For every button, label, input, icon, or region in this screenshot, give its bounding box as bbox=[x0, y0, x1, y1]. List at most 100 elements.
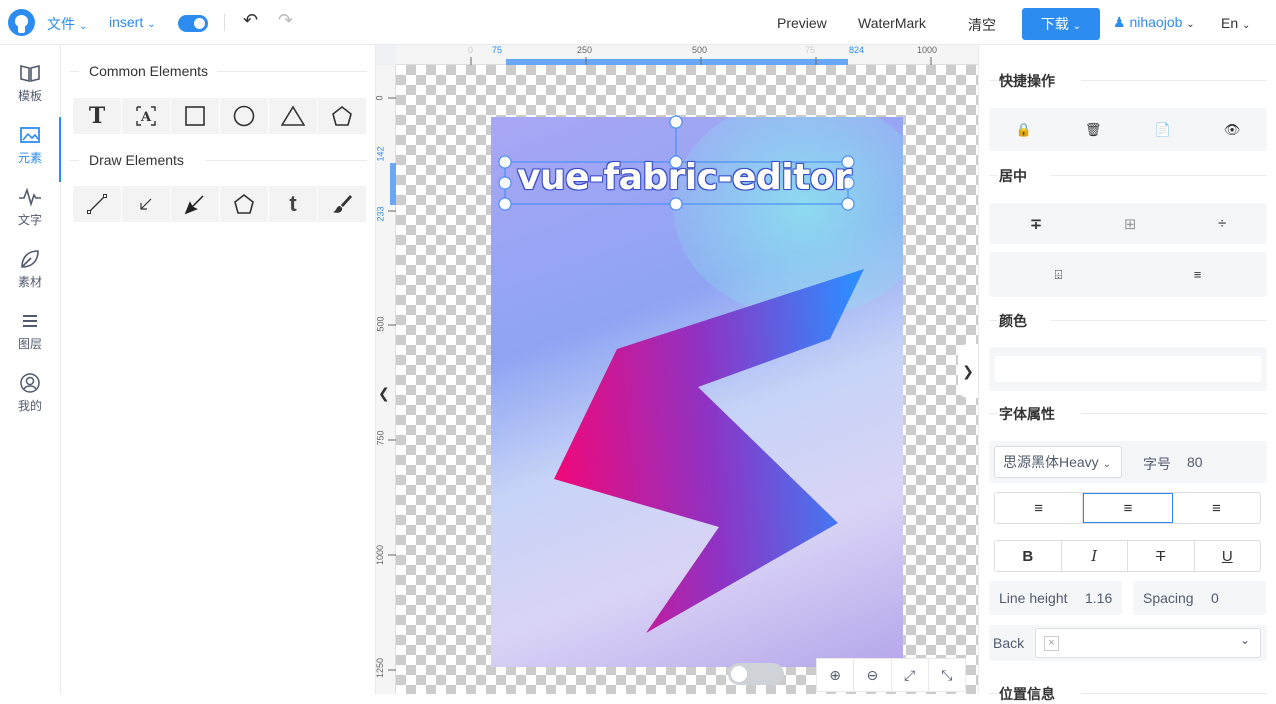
triangle-tool[interactable] bbox=[269, 98, 317, 134]
font-family-select[interactable]: 思源黑体Heavy ⌄ bbox=[994, 446, 1122, 478]
line-height-label: Line height bbox=[999, 590, 1068, 606]
nav-item-label: 文字 bbox=[17, 213, 42, 227]
brush-icon bbox=[333, 195, 352, 213]
center-vertical-icon[interactable]: ∓ bbox=[1030, 215, 1043, 233]
spacing-value: 0 bbox=[1211, 590, 1219, 606]
bold-icon[interactable]: B bbox=[995, 541, 1062, 571]
rectangle-icon bbox=[185, 106, 205, 126]
line-tool[interactable] bbox=[73, 186, 121, 222]
chevron-down-icon: ⌄ bbox=[1102, 459, 1111, 470]
delete-icon[interactable]: 🗑 bbox=[1085, 122, 1102, 138]
nav-item-label: 我的 bbox=[17, 399, 42, 413]
center-group: ∓ ⊞ ÷ bbox=[989, 203, 1267, 244]
align-center-text-icon[interactable]: ≡ bbox=[1083, 493, 1173, 523]
nav-item-label: 图层 bbox=[17, 337, 42, 351]
center-both-icon[interactable]: ⊞ bbox=[1124, 215, 1137, 233]
align-middle-icon[interactable]: ⌹ bbox=[1055, 267, 1063, 283]
nav-item-template[interactable]: 模板 bbox=[0, 55, 60, 110]
align-center-icon[interactable]: ≡ bbox=[1194, 267, 1202, 282]
polygon-draw-icon bbox=[234, 193, 254, 214]
drag-mode-toggle[interactable] bbox=[728, 663, 784, 685]
nav-item-elements[interactable]: 元素 bbox=[0, 117, 61, 182]
copy-icon[interactable]: 📄 bbox=[1155, 122, 1171, 138]
nav-item-layers[interactable]: 图层 bbox=[0, 303, 60, 358]
color-swatch[interactable] bbox=[995, 356, 1261, 382]
language-menu[interactable]: En ⌄ bbox=[1221, 15, 1250, 31]
language-label: En bbox=[1221, 15, 1239, 31]
underline-icon[interactable]: U bbox=[1195, 541, 1261, 571]
collapse-left-icon[interactable]: ❮ bbox=[378, 385, 390, 402]
elements-panel: Common Elements T A Draw Elements t bbox=[61, 45, 376, 694]
line-height-field[interactable]: Line height 1.16 bbox=[989, 581, 1122, 615]
chevron-down-icon: ⌄ bbox=[1186, 19, 1195, 30]
line-height-value: 1.16 bbox=[1085, 590, 1113, 606]
section-title: 位置信息 bbox=[999, 686, 1055, 702]
italic-icon[interactable]: I bbox=[1062, 541, 1128, 571]
chevron-down-icon: ⌄ bbox=[1239, 633, 1250, 647]
redo-icon[interactable]: ↷ bbox=[278, 10, 293, 31]
text-icon: T bbox=[88, 103, 106, 129]
user-name: nihaojob bbox=[1129, 14, 1183, 30]
spacing-field[interactable]: Spacing 0 bbox=[1133, 581, 1266, 615]
insert-menu[interactable]: insert ⌄ bbox=[109, 14, 156, 30]
rectangle-tool[interactable] bbox=[171, 98, 219, 134]
chevron-down-icon: ⌄ bbox=[147, 19, 156, 30]
selection-box[interactable] bbox=[376, 45, 978, 694]
polygon-tool[interactable] bbox=[318, 98, 366, 134]
leaf-icon bbox=[21, 250, 39, 268]
strikethrough-icon[interactable]: T bbox=[1128, 541, 1195, 571]
eye-icon[interactable]: 👁 bbox=[1224, 122, 1241, 138]
clear-button[interactable]: 清空 bbox=[968, 15, 996, 35]
undo-icon[interactable]: ↶ bbox=[243, 10, 258, 31]
divider bbox=[224, 14, 225, 31]
actual-size-icon[interactable]: ⤡ bbox=[929, 659, 965, 691]
nav-item-material[interactable]: 素材 bbox=[0, 241, 60, 296]
watermark-button[interactable]: WaterMark bbox=[858, 15, 926, 31]
ruler-toggle[interactable] bbox=[178, 15, 208, 32]
polygon-draw-tool[interactable] bbox=[220, 186, 268, 222]
zoom-in-icon[interactable]: ⊕ bbox=[817, 659, 855, 691]
canvas-title-text[interactable]: vue-fabric-editor bbox=[517, 157, 852, 198]
align-left-icon[interactable]: ≡ bbox=[995, 493, 1084, 523]
file-menu[interactable]: 文件 ⌄ bbox=[47, 14, 87, 34]
left-nav: 模板 元素 文字 素材 图层 我的 bbox=[0, 45, 61, 694]
textbox-tool[interactable]: A bbox=[122, 98, 170, 134]
zoom-controls: ⊕ ⊖ ⤢ ⤡ bbox=[816, 658, 966, 692]
thick-arrow-tool[interactable] bbox=[171, 186, 219, 222]
section-title: 快捷操作 bbox=[999, 73, 1055, 89]
text-draw-tool[interactable]: t bbox=[269, 186, 317, 222]
font-props-divider: 字体属性 bbox=[989, 403, 1267, 423]
quick-ops-divider: 快捷操作 bbox=[989, 70, 1267, 90]
nav-item-text[interactable]: 文字 bbox=[0, 179, 60, 234]
brush-tool[interactable] bbox=[318, 186, 366, 222]
download-button[interactable]: 下载 ⌄ bbox=[1022, 8, 1100, 40]
nav-item-mine[interactable]: 我的 bbox=[0, 365, 60, 420]
background-label: Back bbox=[993, 635, 1025, 651]
nav-item-label: 模板 bbox=[17, 89, 42, 103]
fit-screen-icon[interactable]: ⤢ bbox=[892, 659, 929, 691]
close-icon[interactable]: × bbox=[1044, 636, 1059, 651]
circle-tool[interactable] bbox=[220, 98, 268, 134]
layers-icon bbox=[23, 315, 37, 327]
background-color-select[interactable]: × ⌄ bbox=[1035, 628, 1261, 658]
color-picker[interactable] bbox=[989, 347, 1267, 391]
lock-icon[interactable]: 🔒 bbox=[1016, 122, 1032, 138]
text-style-group: B I T U bbox=[994, 540, 1261, 572]
github-icon[interactable] bbox=[8, 9, 35, 36]
section-title: 字体属性 bbox=[999, 406, 1055, 422]
polygon-icon bbox=[332, 105, 352, 126]
font-size-input[interactable]: 80 bbox=[1187, 454, 1203, 470]
tumblr-text-icon: t bbox=[289, 191, 297, 216]
expand-right-icon[interactable]: ❯ bbox=[958, 344, 978, 398]
arrow-tool[interactable] bbox=[122, 186, 170, 222]
zoom-out-icon[interactable]: ⊖ bbox=[854, 659, 892, 691]
text-tool[interactable]: T bbox=[73, 98, 121, 134]
insert-menu-label: insert bbox=[109, 14, 144, 30]
font-row: 思源黑体Heavy ⌄ 字号 80 bbox=[989, 441, 1267, 483]
align-right-icon[interactable]: ≡ bbox=[1173, 493, 1260, 523]
center-horizontal-icon[interactable]: ÷ bbox=[1218, 215, 1226, 232]
user-menu[interactable]: ♟ nihaojob ⌄ bbox=[1113, 14, 1195, 31]
arrow-icon bbox=[140, 198, 152, 210]
top-toolbar: 文件 ⌄ insert ⌄ ↶ ↷ Preview WaterMark 清空 下载 … bbox=[0, 0, 1276, 45]
preview-button[interactable]: Preview bbox=[777, 15, 827, 31]
